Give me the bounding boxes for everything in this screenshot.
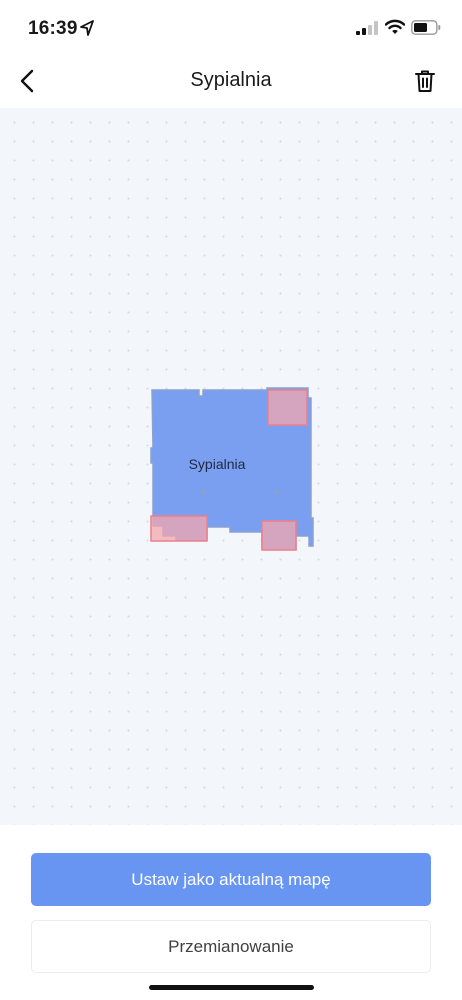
- trash-icon: [415, 70, 435, 92]
- set-current-map-button[interactable]: Ustaw jako aktualną mapę: [31, 853, 431, 906]
- page-title: Sypialnia: [190, 69, 272, 91]
- no-go-zone[interactable]: [150, 515, 208, 542]
- home-indicator: [149, 985, 314, 990]
- location-arrow-icon: [80, 20, 94, 36]
- room-label: Sypialnia: [189, 456, 246, 472]
- delete-button[interactable]: [408, 64, 442, 98]
- no-go-zone[interactable]: [267, 389, 308, 426]
- no-go-zone[interactable]: [261, 520, 297, 551]
- wifi-icon: [385, 19, 405, 34]
- map-point: [274, 489, 280, 495]
- nav-bar: Sypialnia: [0, 56, 462, 108]
- status-time: 16:39: [28, 18, 78, 39]
- status-bar: 16:39: [0, 0, 462, 56]
- map-area[interactable]: Sypialnia: [0, 108, 462, 825]
- cellular-signal-icon: [356, 21, 378, 35]
- battery-icon: [411, 20, 441, 35]
- map-point: [200, 489, 206, 495]
- map-canvas[interactable]: Sypialnia: [0, 108, 462, 825]
- bottom-panel: Ustaw jako aktualną mapę Przemianowanie: [0, 825, 462, 1000]
- rename-button[interactable]: Przemianowanie: [31, 920, 431, 973]
